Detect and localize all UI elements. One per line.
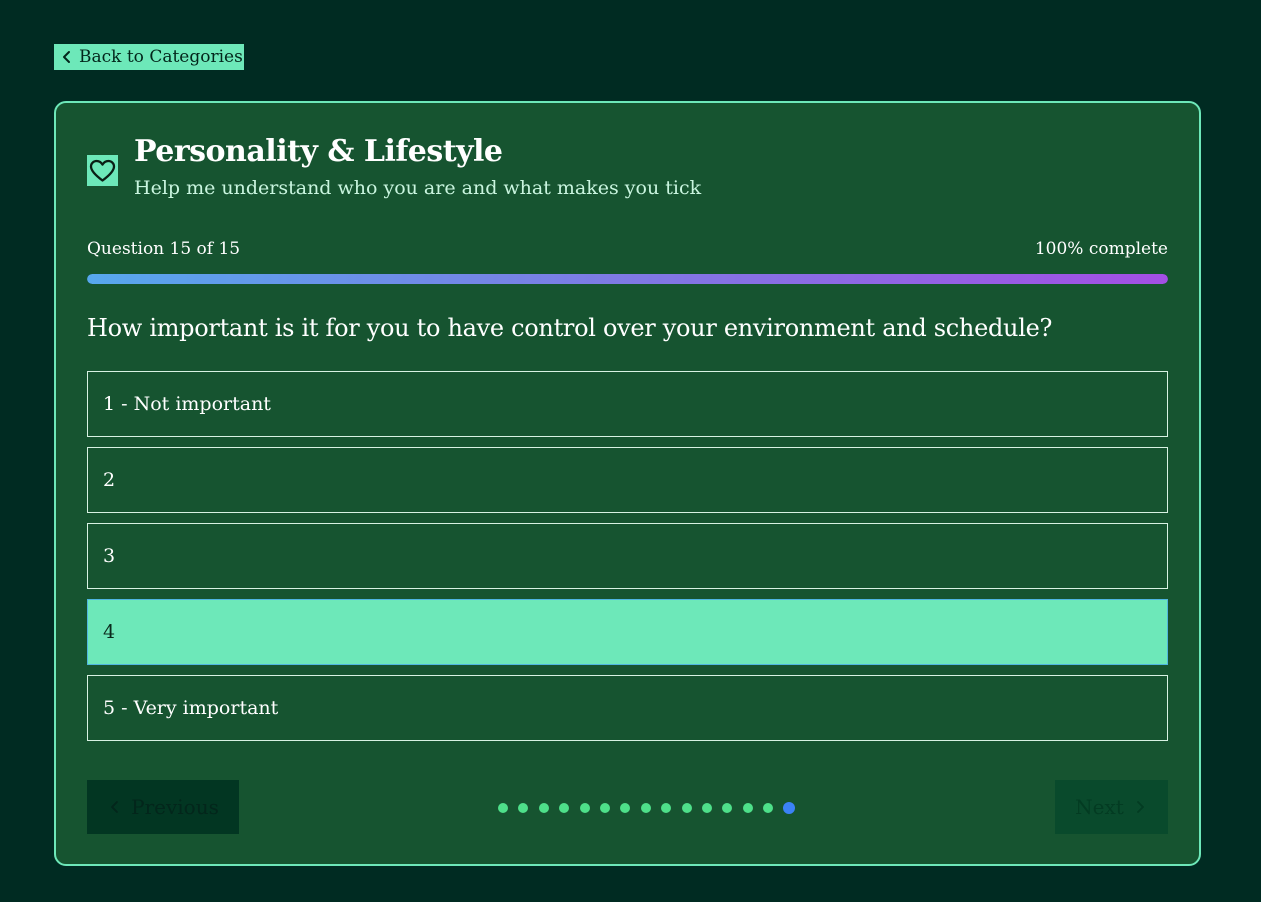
question-counter: Question 15 of 15: [87, 239, 241, 259]
question-dot-13[interactable]: [742, 803, 753, 813]
category-subtitle: Help me understand who you are and what …: [134, 177, 702, 199]
previous-button[interactable]: Previous: [87, 780, 239, 834]
progress-percent: 100% complete: [1034, 239, 1168, 259]
chevron-left-icon: [111, 801, 119, 813]
question-dot-10[interactable]: [681, 803, 692, 813]
answer-option-2[interactable]: 2: [87, 447, 1168, 513]
question-dot-2[interactable]: [518, 803, 529, 813]
next-button-label: Next: [1075, 795, 1124, 819]
question-dot-6[interactable]: [599, 803, 610, 813]
back-to-categories-button[interactable]: Back to Categories: [54, 44, 244, 70]
progress-bar: [87, 274, 1168, 284]
answer-option-label: 5 - Very important: [103, 697, 279, 719]
heart-icon: [87, 155, 118, 186]
question-dot-4[interactable]: [559, 803, 570, 813]
question-dot-11[interactable]: [701, 803, 712, 813]
answer-option-4[interactable]: 4: [87, 599, 1168, 665]
question-dot-3[interactable]: [538, 803, 549, 813]
answer-option-1[interactable]: 1 - Not important: [87, 371, 1168, 437]
chevron-right-icon: [1136, 801, 1144, 813]
question-dot-9[interactable]: [661, 803, 672, 813]
category-title: Personality & Lifestyle: [134, 134, 503, 169]
question-dot-1[interactable]: [498, 803, 508, 813]
answer-option-5[interactable]: 5 - Very important: [87, 675, 1168, 741]
question-dots: [498, 801, 796, 815]
answer-option-label: 4: [103, 621, 116, 643]
question-dot-8[interactable]: [640, 803, 651, 813]
progress-bar-fill: [87, 274, 1168, 284]
previous-button-label: Previous: [131, 795, 219, 819]
question-card: Personality & Lifestyle Help me understa…: [54, 101, 1201, 866]
answer-options: 1 - Not important 2 3 4 5 - Very importa…: [87, 371, 1168, 751]
question-dot-5[interactable]: [579, 803, 590, 813]
answer-option-3[interactable]: 3: [87, 523, 1168, 589]
answer-option-label: 3: [103, 545, 116, 567]
question-dot-7[interactable]: [620, 803, 631, 813]
next-button[interactable]: Next: [1055, 780, 1168, 834]
question-text: How important is it for you to have cont…: [87, 314, 1053, 342]
answer-option-label: 1 - Not important: [103, 393, 271, 415]
answer-option-label: 2: [103, 469, 116, 491]
back-to-categories-label: Back to Categories: [79, 47, 243, 67]
question-dot-14[interactable]: [763, 803, 774, 813]
question-dot-12[interactable]: [722, 803, 733, 813]
chevron-left-icon: [63, 51, 70, 63]
question-dot-15[interactable]: [783, 802, 796, 814]
